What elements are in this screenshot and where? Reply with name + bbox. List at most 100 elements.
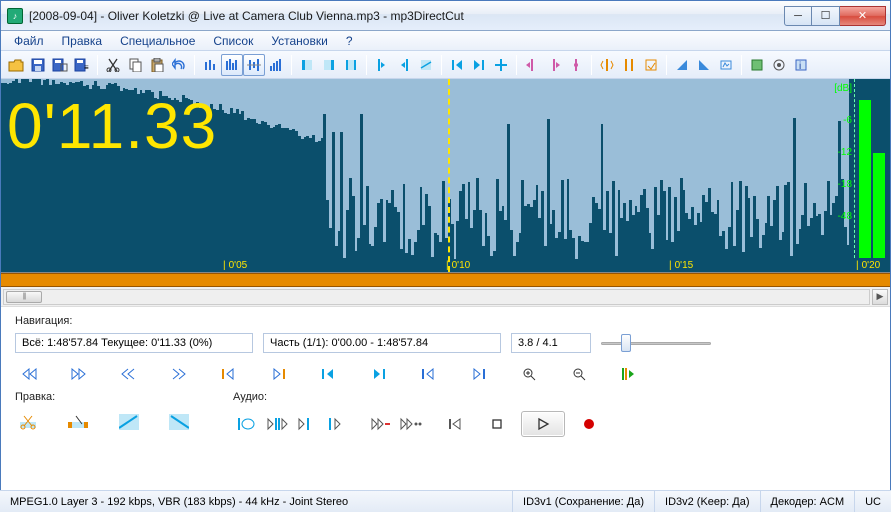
scroll-right-icon[interactable]: ▶ [872, 289, 888, 305]
fade-out-icon[interactable] [693, 54, 715, 76]
nav-fwd-full-icon[interactable] [65, 363, 93, 385]
sel-start-icon[interactable] [296, 54, 318, 76]
nav-to-sel-start-icon[interactable] [215, 363, 243, 385]
status-id3v1: ID3v1 (Сохранение: Да) [513, 491, 655, 512]
record-button[interactable] [575, 413, 603, 435]
status-uc: UC [855, 491, 891, 512]
copy-icon[interactable] [124, 54, 146, 76]
nav-all-field[interactable]: Всё: 1:48'57.84 Текущее: 0'11.33 (0%) [15, 333, 253, 353]
stop-icon[interactable] [483, 413, 511, 435]
fade-in-icon[interactable] [671, 54, 693, 76]
menu-edit[interactable]: Правка [55, 33, 110, 49]
auto-detect-icon[interactable] [640, 54, 662, 76]
minimize-button[interactable]: ─ [784, 6, 812, 26]
zoom-slider[interactable] [601, 333, 711, 353]
close-button[interactable]: ✕ [840, 6, 886, 26]
menu-settings[interactable]: Установки [264, 33, 334, 49]
selection-strip[interactable] [1, 273, 890, 287]
vu-meter [854, 79, 890, 258]
db-scale: [dB] -6 -12 -18 -48 [834, 83, 852, 261]
marker-out-icon[interactable] [393, 54, 415, 76]
play-skip-gap-icon[interactable] [397, 413, 425, 435]
waveform-display[interactable]: 0'11.33 0'05 0'10 0'15 0'20 [dB] -6 -12 … [1, 79, 890, 273]
prev-track-icon[interactable] [441, 413, 469, 435]
ruler-tick: 0'10 [446, 260, 470, 271]
settings-icon[interactable] [768, 54, 790, 76]
open-icon[interactable] [5, 54, 27, 76]
cue-add-icon[interactable] [490, 54, 512, 76]
nav-rew-full-icon[interactable] [15, 363, 43, 385]
marker-gain-icon[interactable] [415, 54, 437, 76]
status-bar: MPEG1.0 Layer 3 - 192 kbps, VBR (183 kbp… [0, 490, 891, 512]
play-pre-icon[interactable] [293, 413, 321, 435]
auto-cue-icon[interactable] [596, 54, 618, 76]
marker-in-icon[interactable] [371, 54, 393, 76]
play-button[interactable] [521, 411, 565, 437]
menu-list[interactable]: Список [206, 33, 260, 49]
nav-next-cue-icon[interactable] [365, 363, 393, 385]
view-bars2-icon[interactable] [221, 54, 243, 76]
undo-icon[interactable] [168, 54, 190, 76]
cut-icon[interactable] [102, 54, 124, 76]
nav-next-edit-icon[interactable] [465, 363, 493, 385]
sel-end-icon[interactable] [318, 54, 340, 76]
zoom-out-icon[interactable] [565, 363, 593, 385]
edit-cut-icon[interactable] [15, 411, 43, 433]
window-buttons: ─ ☐ ✕ [784, 6, 886, 26]
split-prev-icon[interactable] [521, 54, 543, 76]
view-mirror-icon[interactable] [243, 54, 265, 76]
menu-file[interactable]: Файл [7, 33, 51, 49]
split-next-icon[interactable] [543, 54, 565, 76]
nav-rew-fast-icon[interactable] [115, 363, 143, 385]
ruler-tick: 0'15 [669, 260, 693, 271]
toolbar: ≡ i [1, 51, 890, 79]
view-bars1-icon[interactable] [199, 54, 221, 76]
edit-trim-icon[interactable] [65, 411, 93, 433]
nav-zoom-field[interactable]: 3.8 / 4.1 [511, 333, 591, 353]
title-bar: ♪ [2008-09-04] - Oliver Koletzki @ Live … [1, 1, 890, 31]
playhead-line [448, 79, 450, 272]
cue-next-icon[interactable] [468, 54, 490, 76]
split-here-icon[interactable] [565, 54, 587, 76]
nav-fwd-fast-icon[interactable] [165, 363, 193, 385]
h-scrollbar[interactable] [3, 289, 870, 305]
db-tick: -48 [834, 211, 852, 261]
maximize-button[interactable]: ☐ [812, 6, 840, 26]
db-tick: -6 [834, 115, 852, 147]
play-post-icon[interactable] [323, 413, 351, 435]
play-from-sel-icon[interactable] [263, 413, 291, 435]
vu-right [873, 153, 885, 258]
save-icon[interactable] [27, 54, 49, 76]
db-label: [dB] [834, 83, 852, 115]
nav-part-field[interactable]: Часть (1/1): 0'00.00 - 1:48'57.84 [263, 333, 501, 353]
zoom-in-icon[interactable] [515, 363, 543, 385]
nav-prev-edit-icon[interactable] [415, 363, 443, 385]
autoscroll-icon[interactable] [615, 363, 643, 385]
scroll-row: ▶ [1, 287, 890, 307]
menu-special[interactable]: Специальное [113, 33, 202, 49]
batch-icon[interactable]: ≡ [71, 54, 93, 76]
control-panels: Навигация: Всё: 1:48'57.84 Текущее: 0'11… [1, 307, 890, 441]
normalize-icon[interactable] [715, 54, 737, 76]
scroll-thumb[interactable] [6, 291, 42, 303]
edit-fade-in-icon[interactable] [115, 411, 143, 433]
nav-to-sel-end-icon[interactable] [265, 363, 293, 385]
loop-icon[interactable] [233, 413, 261, 435]
nav-prev-cue-icon[interactable] [315, 363, 343, 385]
info-icon[interactable]: i [790, 54, 812, 76]
play-skip-icon[interactable] [367, 413, 395, 435]
status-id3v2: ID3v2 (Keep: Да) [655, 491, 761, 512]
view-db-icon[interactable] [265, 54, 287, 76]
paste-icon[interactable] [146, 54, 168, 76]
svg-text:i: i [799, 61, 801, 72]
cue-prev-icon[interactable] [446, 54, 468, 76]
window-title: [2008-09-04] - Oliver Koletzki @ Live at… [29, 9, 784, 23]
edit-fade-out-icon[interactable] [165, 411, 193, 433]
timecode-overlay: 0'11.33 [7, 89, 217, 163]
tag-icon[interactable] [746, 54, 768, 76]
menu-help[interactable]: ? [339, 33, 360, 49]
app-icon: ♪ [7, 8, 23, 24]
save-selection-icon[interactable] [49, 54, 71, 76]
sel-range-icon[interactable] [340, 54, 362, 76]
auto-split-icon[interactable] [618, 54, 640, 76]
